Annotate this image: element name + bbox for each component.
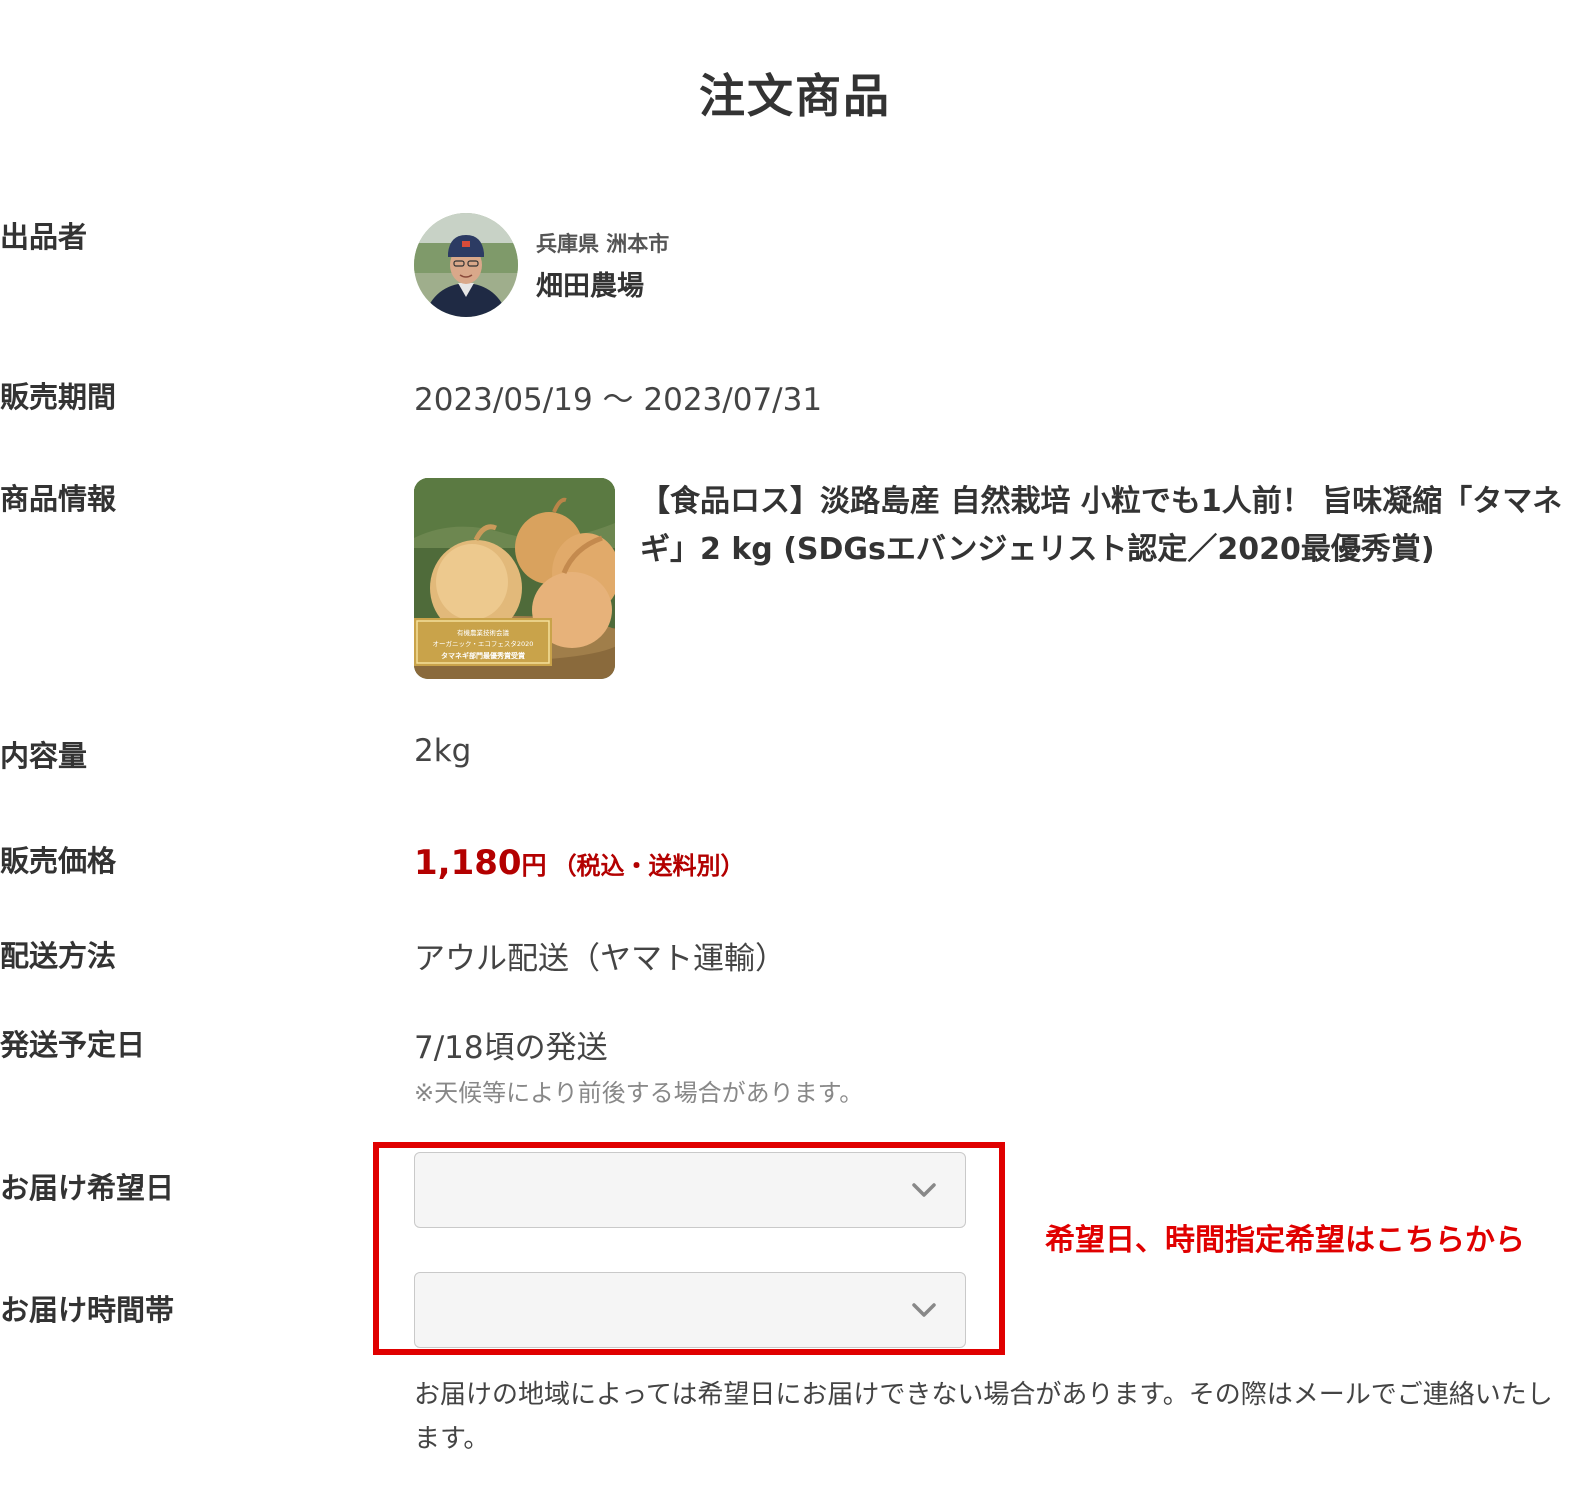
ship-date-note: ※天候等により前後する場合があります。 [414,1079,864,1107]
badge-text-2: オーガニック・エコフェスタ2020 [433,639,534,648]
highlight-frame [373,1142,1005,1355]
shipping-method-value: アウル配送（ヤマト運輸） [414,941,786,977]
page-title: 注文商品 [699,69,891,123]
price-label: 販売価格 [0,844,117,878]
sale-period-value: 2023/05/19 ～ 2023/07/31 [414,382,823,418]
product-thumbnail[interactable]: 有機農業技術会議 オーガニック・エコフェスタ2020 タマネギ部門最優秀賞受賞 [414,478,615,679]
ship-date-value: 7/18頃の発送 [414,1030,608,1066]
content-amount-label: 内容量 [0,739,88,773]
badge-text-1: 有機農業技術会議 [457,628,510,637]
seller-name[interactable]: 畑田農場 [536,264,644,303]
annotation-text: 希望日、時間指定希望はこちらから [1045,1223,1525,1258]
seller-avatar[interactable] [414,213,518,317]
seller-avatar-image [414,213,518,317]
seller-label: 出品者 [0,220,88,254]
seller-region: 兵庫県 洲本市 [536,232,670,256]
price-display: 1,180円 （税込・送料別） [414,843,745,883]
content-amount-value: 2kg [414,733,472,769]
ship-date-label: 発送予定日 [0,1028,146,1062]
price-currency: 円 [521,851,547,880]
product-image: 有機農業技術会議 オーガニック・エコフェスタ2020 タマネギ部門最優秀賞受賞 [414,478,615,679]
sale-period-label: 販売期間 [0,380,117,414]
badge-text-3: タマネギ部門最優秀賞受賞 [441,651,525,660]
delivery-date-label: お届け希望日 [0,1171,175,1205]
price-amount: 1,180 [414,843,522,883]
delivery-time-label: お届け時間帯 [0,1293,175,1327]
shipping-method-label: 配送方法 [0,939,117,973]
price-tax-note: （税込・送料別） [552,852,745,880]
product-title[interactable]: 【食品ロス】淡路島産 自然栽培 小粒でも1人前！ 旨味凝縮「タマネギ」2 kg … [640,478,1575,574]
delivery-footnote: お届けの地域によっては希望日にお届けできない場合があります。その際はメールでご連… [414,1380,1553,1454]
product-info-label: 商品情報 [0,482,117,516]
